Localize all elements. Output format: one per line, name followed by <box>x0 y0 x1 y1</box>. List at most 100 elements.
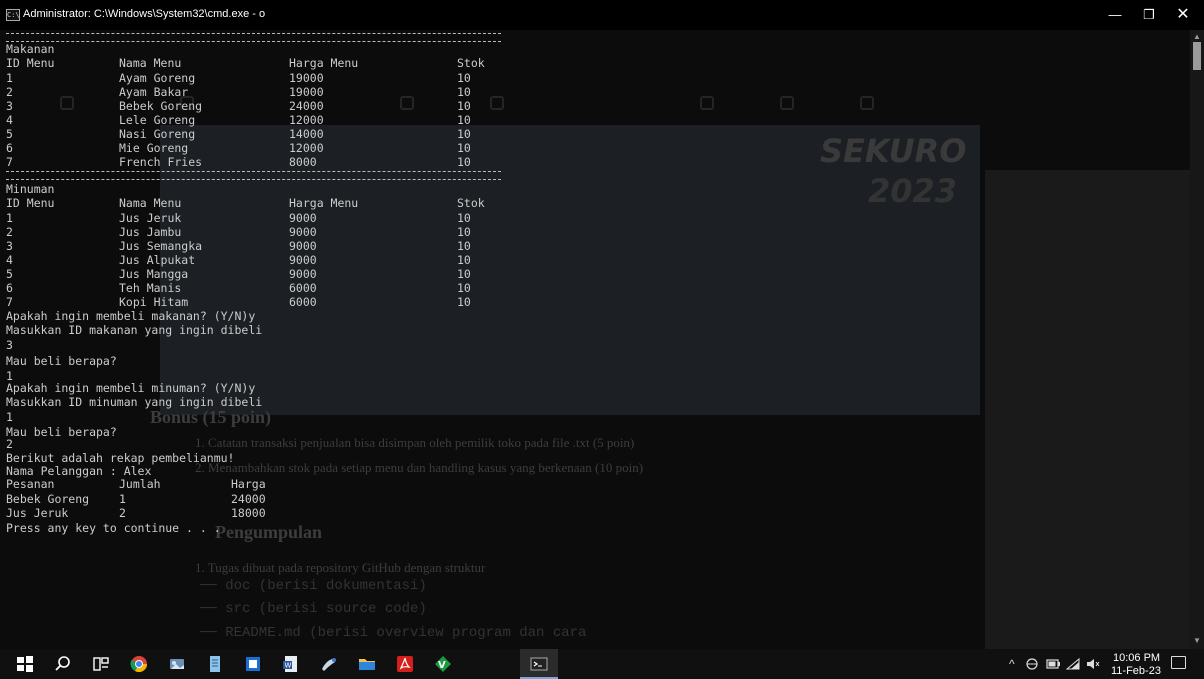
cell-harga: 9000 <box>289 267 317 281</box>
clock-date[interactable]: 11-Feb-23 <box>1111 665 1161 677</box>
taskbar-app-folder[interactable] <box>348 649 386 679</box>
vim-icon: V <box>435 656 451 672</box>
cell-id: 6 <box>6 141 13 155</box>
cell-jumlah: 2 <box>119 506 126 520</box>
taskbar-app-vim[interactable]: V <box>424 649 462 679</box>
cell-nama: Ayam Bakar <box>119 85 189 99</box>
window-title: Administrator: C:\Windows\System32\cmd.e… <box>23 8 266 20</box>
cell-harga: 19000 <box>289 85 324 99</box>
console-line: Mau beli berapa? <box>6 354 117 368</box>
header-stok: Stok <box>457 196 485 210</box>
console-line: Apakah ingin membeli makanan? (Y/N)y <box>6 309 256 323</box>
maximize-button[interactable]: ❐ <box>1132 0 1166 30</box>
cmd-icon <box>530 657 548 671</box>
close-button[interactable]: ✕ <box>1166 0 1200 30</box>
cell-nama: Nasi Goreng <box>119 127 196 141</box>
title-bar[interactable]: C:\ Administrator: C:\Windows\System32\c… <box>0 0 1204 30</box>
tray-volume-icon[interactable] <box>1086 657 1100 671</box>
header-harga: Harga Menu <box>289 196 359 210</box>
console-line: 3 <box>6 338 13 352</box>
console-output[interactable]: Makanan ID Menu Nama Menu Harga Menu Sto… <box>0 30 1190 649</box>
cell-id: 5 <box>6 127 13 141</box>
table-row: 7 Kopi Hitam 6000 10 <box>6 295 471 310</box>
cell-harga: 9000 <box>289 239 317 253</box>
tray-wifi-icon[interactable] <box>1066 657 1080 671</box>
section-title-minuman: Minuman <box>6 182 55 196</box>
header-id: ID Menu <box>6 196 55 210</box>
cell-id: 1 <box>6 71 13 85</box>
console-line: Apakah ingin membeli minuman? (Y/N)y <box>6 381 256 395</box>
paint-icon <box>322 658 336 671</box>
header-nama: Nama Menu <box>119 56 182 70</box>
cell-harga: 12000 <box>289 113 324 127</box>
cell-stok: 10 <box>457 239 471 253</box>
console-line: Mau beli berapa? <box>6 425 117 439</box>
taskbar-app-blue[interactable] <box>234 649 272 679</box>
cell-id: 7 <box>6 155 13 169</box>
cell-harga: 24000 <box>289 99 324 113</box>
table-row: 2 Ayam Bakar 19000 10 <box>6 85 471 100</box>
cell-id: 5 <box>6 267 13 281</box>
clock-time[interactable]: 10:06 PM <box>1113 652 1160 664</box>
tray-battery-icon[interactable] <box>1046 657 1060 671</box>
cell-stok: 10 <box>457 155 471 169</box>
task-view-button[interactable] <box>82 649 120 679</box>
header-jumlah: Jumlah <box>119 477 161 491</box>
search-button[interactable] <box>44 649 82 679</box>
cell-pesanan: Bebek Goreng <box>6 492 90 506</box>
start-button[interactable] <box>6 649 44 679</box>
cell-nama: Kopi Hitam <box>119 295 189 309</box>
word-icon: W <box>283 656 297 672</box>
cell-harga: 18000 <box>231 506 266 520</box>
cell-stok: 10 <box>457 113 471 127</box>
tray-chevron-up-icon[interactable]: ^ <box>1009 657 1015 671</box>
table-row: 6 Mie Goreng 12000 10 <box>6 141 471 156</box>
vertical-scrollbar[interactable]: ▲ ▼ <box>1190 30 1204 649</box>
console-line: Masukkan ID makanan yang ingin dibeli <box>6 323 263 337</box>
taskbar-app-chrome[interactable] <box>120 649 158 679</box>
header-stok: Stok <box>457 56 485 70</box>
scroll-up-arrow-icon[interactable]: ▲ <box>1193 32 1201 41</box>
minimize-button[interactable]: — <box>1098 0 1132 30</box>
cell-nama: Teh Manis <box>119 281 182 295</box>
cell-stok: 10 <box>457 99 471 113</box>
taskbar-app-cmd[interactable] <box>520 649 558 679</box>
console-prompt-line: Press any key to continue . . . <box>6 521 221 535</box>
table-row: 3 Jus Semangka 9000 10 <box>6 239 471 254</box>
section-title-makanan: Makanan <box>6 42 55 56</box>
taskbar-app-photos[interactable] <box>158 649 196 679</box>
taskbar-app-acrobat[interactable] <box>386 649 424 679</box>
scroll-down-arrow-icon[interactable]: ▼ <box>1193 636 1201 645</box>
cell-nama: Lele Goreng <box>119 113 196 127</box>
cell-harga: 12000 <box>289 141 324 155</box>
cell-harga: 9000 <box>289 253 317 267</box>
task-view-icon <box>93 657 109 671</box>
header-nama: Nama Menu <box>119 196 182 210</box>
tray-touchpad-icon[interactable] <box>1025 657 1039 671</box>
header-harga: Harga Menu <box>289 56 359 70</box>
file-explorer-photos-icon <box>170 659 184 669</box>
notification-center-icon[interactable] <box>1171 656 1186 669</box>
taskbar-app-word[interactable]: W <box>272 649 310 679</box>
cell-harga: 9000 <box>289 211 317 225</box>
header-harga: Harga <box>231 477 266 491</box>
taskbar-app-paint[interactable] <box>310 649 348 679</box>
taskbar-app-notepad[interactable] <box>196 649 234 679</box>
cell-stok: 10 <box>457 225 471 239</box>
table-row: 6 Teh Manis 6000 10 <box>6 281 471 296</box>
header-id: ID Menu <box>6 56 55 70</box>
table-row: 3 Bebek Goreng 24000 10 <box>6 99 471 114</box>
folder-icon <box>359 659 375 670</box>
table-row: 4 Lele Goreng 12000 10 <box>6 113 471 128</box>
table-row: 5 Jus Mangga 9000 10 <box>6 267 471 282</box>
cell-stok: 10 <box>457 281 471 295</box>
cell-jumlah: 1 <box>119 492 126 506</box>
console-line: 1 <box>6 410 13 424</box>
cell-id: 2 <box>6 225 13 239</box>
acrobat-icon <box>397 656 413 672</box>
cmd-app-icon[interactable]: C:\ <box>6 9 20 21</box>
table-row: 7 French Fries 8000 10 <box>6 155 471 170</box>
cell-stok: 10 <box>457 71 471 85</box>
scroll-thumb[interactable] <box>1193 42 1201 70</box>
vscode-blue-icon <box>246 657 260 671</box>
